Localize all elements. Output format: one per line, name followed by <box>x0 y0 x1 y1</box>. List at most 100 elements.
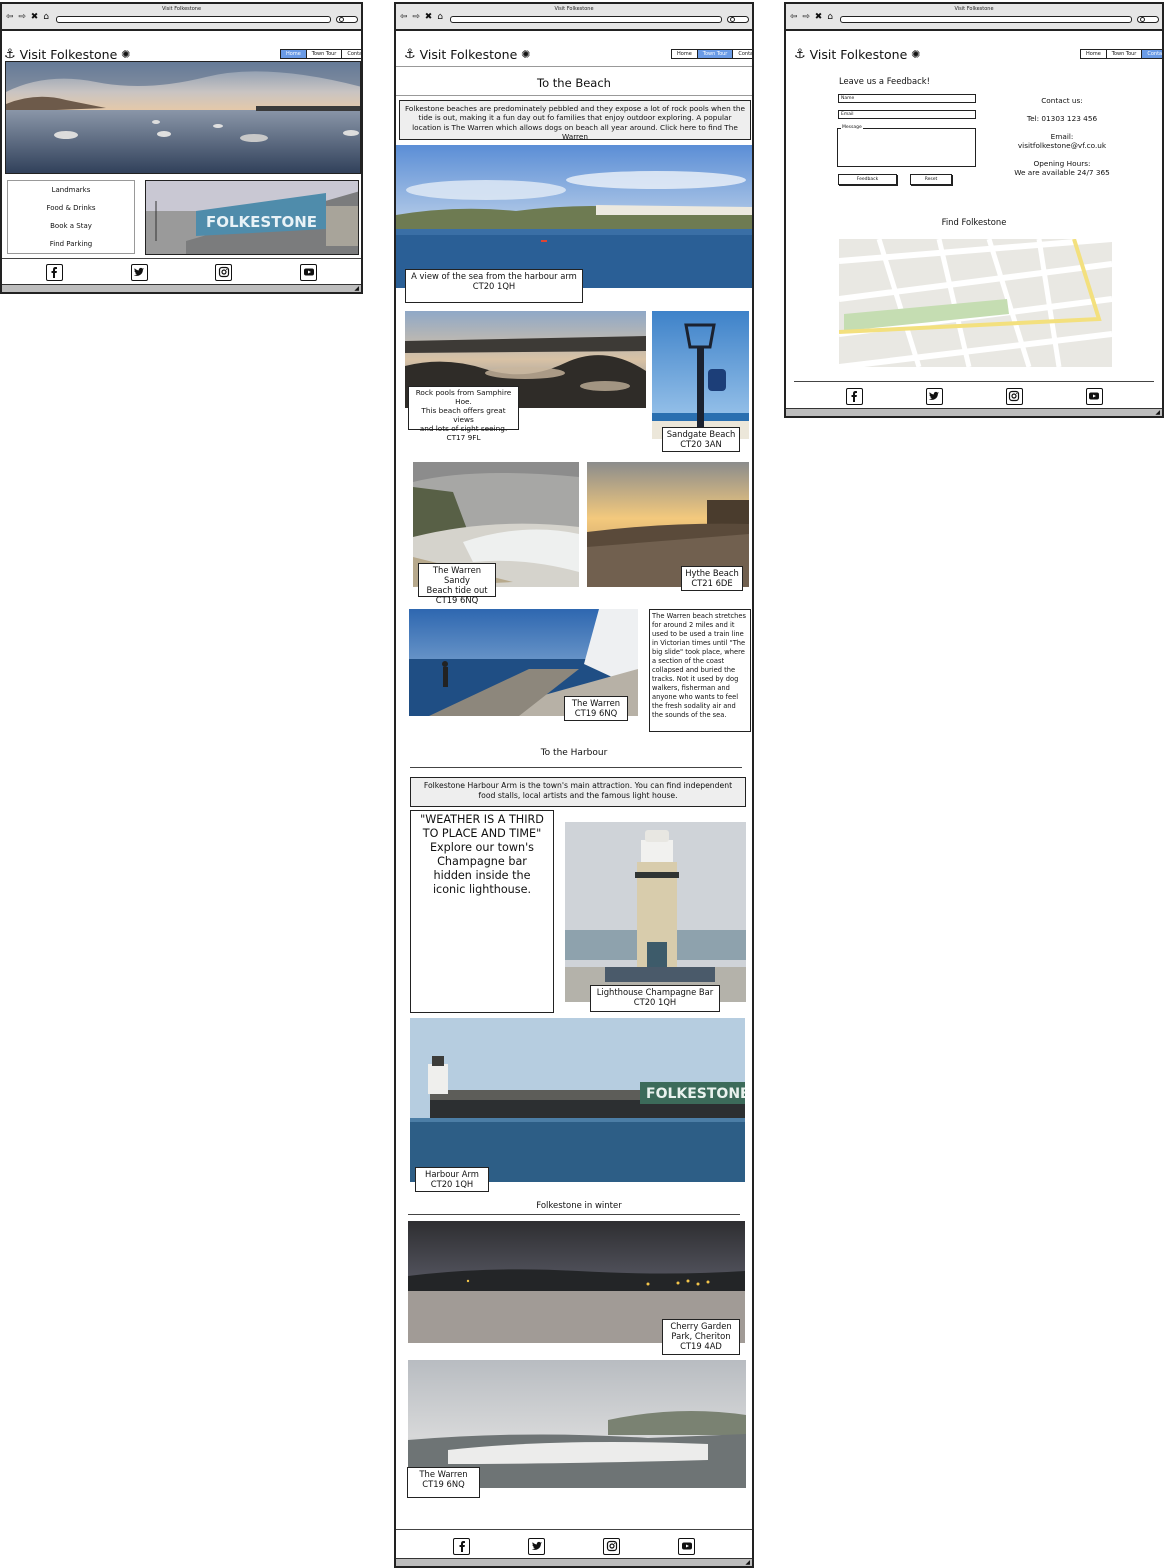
caption-hythe: Hythe Beach CT21 6DE <box>681 566 743 591</box>
beach-divider <box>396 95 752 96</box>
warren-description: The Warren beach stretches for around 2 … <box>649 609 751 732</box>
beach-title: To the Beach <box>537 76 611 90</box>
site-brand[interactable]: ⚓ Visit Folkestone ✺ <box>4 47 131 62</box>
nav-home[interactable]: Home <box>281 50 307 58</box>
contact-email-label: Email: <box>1050 132 1074 141</box>
caption-lighthouse: Lighthouse Champagne Bar CT20 1QH <box>590 985 720 1012</box>
address-bar[interactable] <box>56 16 331 23</box>
brand-title: Visit Folkestone <box>419 47 518 62</box>
sea-view-photo <box>396 145 752 288</box>
youtube-icon[interactable] <box>300 263 318 281</box>
home-window: Visit Folkestone ⇦ ⇨ ✖ ⌂ ⚓ Visit Folkest… <box>0 2 363 294</box>
status-bar: ◢ <box>786 408 1162 416</box>
browser-chrome: Visit Folkestone ⇦ ⇨ ✖ ⌂ <box>396 4 752 31</box>
message-field[interactable]: Message <box>837 125 976 167</box>
footer-divider <box>396 1529 752 1530</box>
browser-nav-buttons[interactable]: ⇦ ⇨ ✖ ⌂ <box>790 12 834 22</box>
nav-home[interactable]: Home <box>672 50 698 58</box>
address-bar[interactable] <box>840 16 1132 23</box>
site-brand[interactable]: ⚓ Visit Folkestone ✺ <box>404 47 531 62</box>
email-field[interactable]: Email <box>838 110 976 119</box>
message-label: Message <box>841 125 863 130</box>
caption-warren-winter: The Warren CT19 6NQ <box>407 1467 480 1498</box>
resize-grip-icon[interactable]: ◢ <box>745 1559 750 1566</box>
nav-contact[interactable]: Contact <box>342 50 361 58</box>
harbour-intro: Folkestone Harbour Arm is the town's mai… <box>410 777 746 807</box>
feedback-title: Leave us a Feedback! <box>839 76 930 86</box>
facebook-icon[interactable] <box>453 1537 470 1555</box>
main-nav: Home Town Tour Contact <box>1080 49 1162 59</box>
instagram-icon[interactable] <box>215 263 233 281</box>
home-menu: Landmarks Food & Drinks Book a Stay Find… <box>7 180 135 254</box>
search-box[interactable] <box>1137 16 1159 23</box>
caption-harbour-arm: Harbour Arm CT20 1QH <box>415 1167 489 1192</box>
reset-button[interactable]: Reset <box>910 174 952 185</box>
winter-divider <box>408 1214 740 1215</box>
nav-town-tour[interactable]: Town Tour <box>1106 50 1143 58</box>
nav-contact[interactable]: Contact <box>1142 50 1162 58</box>
menu-book-stay[interactable]: Book a Stay <box>8 217 134 235</box>
browser-nav-buttons[interactable]: ⇦ ⇨ ✖ ⌂ <box>400 12 444 22</box>
nav-home[interactable]: Home <box>1081 50 1107 58</box>
brand-title: Visit Folkestone <box>19 47 118 62</box>
name-field[interactable]: Name <box>838 94 976 103</box>
hours-text: We are available 24/7 365 <box>1014 168 1110 177</box>
find-title: Find Folkestone <box>941 217 1007 227</box>
menu-find-parking[interactable]: Find Parking <box>8 235 134 253</box>
twitter-icon[interactable] <box>528 1537 545 1555</box>
search-box[interactable] <box>727 16 749 23</box>
tour-window: Visit Folkestone ⇦ ⇨ ✖ ⌂ ⚓ Visit Folkest… <box>394 2 754 1568</box>
window-title: Visit Folkestone <box>554 6 594 12</box>
window-title: Visit Folkestone <box>954 6 994 12</box>
footer-divider <box>794 381 1154 382</box>
winter-title: Folkestone in winter <box>536 1201 622 1211</box>
map[interactable] <box>839 239 1112 367</box>
main-nav: Home Town Tour Contact <box>280 49 361 59</box>
twitter-icon[interactable] <box>130 263 148 281</box>
resize-grip-icon[interactable]: ◢ <box>1155 409 1160 416</box>
browser-nav-buttons[interactable]: ⇦ ⇨ ✖ ⌂ <box>6 12 50 22</box>
youtube-icon[interactable] <box>678 1537 695 1555</box>
brand-title: Visit Folkestone <box>809 47 908 62</box>
sun-icon: ✺ <box>521 48 531 61</box>
resize-grip-icon[interactable]: ◢ <box>354 285 359 292</box>
address-bar[interactable] <box>450 16 722 23</box>
contact-window: Visit Folkestone ⇦ ⇨ ✖ ⌂ ⚓ Visit Folkest… <box>784 2 1164 418</box>
home-footer <box>2 262 361 282</box>
contact-tel: Tel: 01303 123 456 <box>1026 114 1098 123</box>
lighthouse-quote: "WEATHER IS A THIRD TO PLACE AND TIME" E… <box>410 810 554 1013</box>
contact-footer <box>786 386 1162 406</box>
twitter-icon[interactable] <box>925 387 943 405</box>
anchor-icon: ⚓ <box>404 47 416 62</box>
facebook-icon[interactable] <box>45 263 63 281</box>
window-title: Visit Folkestone <box>161 6 202 12</box>
nav-contact[interactable]: Contact <box>733 50 752 58</box>
harbour-arm-photo: FOLKESTONE <box>410 1018 745 1182</box>
caption-warren: The Warren CT19 6NQ <box>564 696 628 721</box>
contact-email[interactable]: visitfolkestone@vf.co.uk <box>982 141 1142 150</box>
menu-landmarks[interactable]: Landmarks <box>8 181 134 199</box>
instagram-icon[interactable] <box>1005 387 1023 405</box>
contact-us-label: Contact us: <box>1041 96 1083 105</box>
anchor-icon: ⚓ <box>794 47 806 62</box>
instagram-icon[interactable] <box>603 1537 620 1555</box>
nav-town-tour[interactable]: Town Tour <box>697 50 734 58</box>
caption-sandgate: Sandgate Beach CT20 3AN <box>662 427 740 452</box>
facebook-icon[interactable] <box>845 387 863 405</box>
beach-intro[interactable]: Folkestone beaches are predominately peb… <box>399 100 751 141</box>
menu-food-drinks[interactable]: Food & Drinks <box>8 199 134 217</box>
search-box[interactable] <box>336 16 358 23</box>
youtube-icon[interactable] <box>1085 387 1103 405</box>
nav-town-tour[interactable]: Town Tour <box>306 50 343 58</box>
footer-divider <box>2 258 361 259</box>
lighthouse-photo <box>565 822 746 1002</box>
harbour-title: To the Harbour <box>540 748 608 758</box>
harbour-divider <box>410 767 742 768</box>
feedback-button[interactable]: Feedback <box>838 174 897 185</box>
sun-icon: ✺ <box>121 48 131 61</box>
hours-label: Opening Hours: <box>1033 159 1091 168</box>
status-bar: ◢ <box>2 284 361 292</box>
site-brand[interactable]: ⚓ Visit Folkestone ✺ <box>794 47 921 62</box>
status-bar: ◢ <box>396 1558 752 1566</box>
sun-icon: ✺ <box>911 48 921 61</box>
